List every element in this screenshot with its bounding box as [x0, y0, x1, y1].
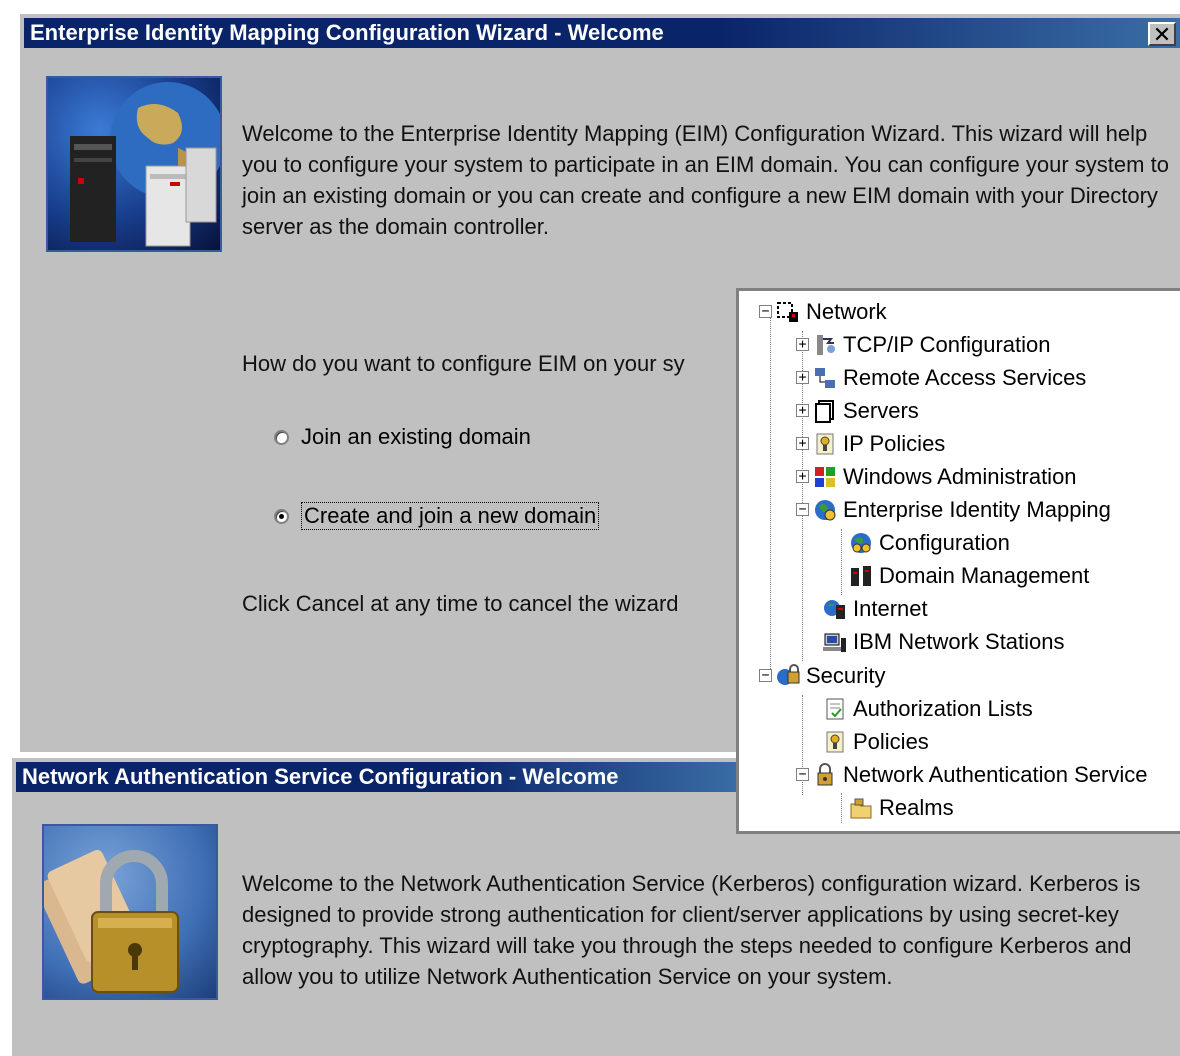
- tree-item-label: Realms: [879, 794, 954, 820]
- tree-item-label: Authorization Lists: [853, 695, 1033, 721]
- tree-item-internet[interactable]: Internet: [823, 592, 928, 625]
- tree-item-windows-administration[interactable]: + Windows Administration: [796, 460, 1077, 493]
- security-icon: [776, 663, 800, 688]
- tree-item-label: Network: [806, 298, 887, 324]
- tree-item-label: Windows Administration: [843, 463, 1077, 489]
- expand-toggle[interactable]: +: [796, 437, 809, 450]
- tree-item-servers[interactable]: + Servers: [796, 394, 919, 427]
- tree-item-ip-policies[interactable]: + IP Policies: [796, 427, 945, 460]
- policies-icon: [823, 730, 847, 754]
- cancel-note-text: Click Cancel at any time to cancel the w…: [242, 591, 679, 616]
- tree-item-label: TCP/IP Configuration: [843, 331, 1051, 357]
- tree-item-ibm-network-stations[interactable]: IBM Network Stations: [823, 625, 1065, 658]
- tree-item-label: Configuration: [879, 529, 1010, 555]
- create-new-domain-option[interactable]: Create and join a new domain: [274, 502, 600, 530]
- servers-icon: [813, 399, 837, 423]
- nas-wizard-image: [42, 824, 218, 1000]
- create-new-domain-radio[interactable]: [274, 508, 289, 524]
- collapse-toggle[interactable]: −: [796, 503, 809, 516]
- nas-intro-text: Welcome to the Network Authentication Se…: [242, 871, 1141, 989]
- eim-wizard-image: [46, 76, 222, 252]
- windows-admin-icon: [813, 465, 837, 489]
- internet-icon: [823, 597, 847, 621]
- expand-toggle[interactable]: +: [796, 404, 809, 417]
- tree-item-label: Internet: [853, 595, 928, 621]
- tree-item-label: IBM Network Stations: [853, 628, 1065, 654]
- tree-item-network[interactable]: − Network: [759, 295, 887, 328]
- eim-icon: [813, 498, 837, 522]
- domain-management-icon: [849, 564, 873, 588]
- collapse-toggle[interactable]: −: [759, 669, 772, 682]
- eim-wizard-title: Enterprise Identity Mapping Configuratio…: [30, 20, 664, 45]
- tree-item-label: Policies: [853, 728, 929, 754]
- tree-item-label: Domain Management: [879, 562, 1090, 588]
- authorization-lists-icon: [823, 697, 847, 721]
- tree-item-tcpip-configuration[interactable]: + TCP/IP Configuration: [796, 328, 1050, 361]
- tcpip-icon: [813, 333, 837, 357]
- globe-servers-icon: [70, 82, 220, 247]
- collapse-toggle[interactable]: −: [796, 768, 809, 781]
- tree-item-label: Servers: [843, 397, 919, 423]
- realms-icon: [849, 796, 873, 820]
- close-icon: ✕: [1152, 22, 1172, 47]
- close-button[interactable]: ✕: [1148, 22, 1176, 46]
- tree-item-policies[interactable]: Policies: [823, 725, 929, 758]
- tree-item-domain-management[interactable]: Domain Management: [849, 559, 1089, 592]
- expand-toggle[interactable]: +: [796, 371, 809, 384]
- tree-item-remote-access-services[interactable]: + Remote Access Services: [796, 361, 1086, 394]
- ip-policies-icon: [813, 432, 837, 456]
- join-existing-domain-label[interactable]: Join an existing domain: [301, 424, 531, 450]
- tree-item-security[interactable]: − Security: [759, 659, 885, 692]
- create-new-domain-label[interactable]: Create and join a new domain: [301, 502, 600, 530]
- join-existing-domain-radio[interactable]: [274, 429, 289, 445]
- nas-wizard-title: Network Authentication Service Configura…: [22, 764, 619, 789]
- tree-item-label: Network Authentication Service: [843, 761, 1148, 787]
- tree-item-label: Enterprise Identity Mapping: [843, 496, 1111, 522]
- tree-item-configuration[interactable]: Configuration: [849, 526, 1010, 559]
- navigator-tree-panel: − Network + TCP/IP Configuration + Remot…: [736, 288, 1180, 834]
- remote-access-icon: [813, 366, 837, 390]
- network-stations-icon: [823, 630, 847, 654]
- eim-intro-text: Welcome to the Enterprise Identity Mappi…: [242, 121, 1169, 239]
- network-icon: [776, 300, 800, 324]
- tree-item-authorization-lists[interactable]: Authorization Lists: [823, 692, 1033, 725]
- tree-item-enterprise-identity-mapping[interactable]: − Enterprise Identity Mapping: [796, 493, 1111, 526]
- padlock-icon: [44, 849, 179, 993]
- expand-toggle[interactable]: +: [796, 470, 809, 483]
- nas-icon: [813, 762, 837, 787]
- tree-item-network-authentication-service[interactable]: − Network Authentication Service: [796, 758, 1148, 791]
- tree-item-label: IP Policies: [843, 430, 946, 456]
- expand-toggle[interactable]: +: [796, 338, 809, 351]
- tree-item-label: Security: [806, 662, 886, 688]
- eim-wizard-title-bar: Enterprise Identity Mapping Configuratio…: [24, 18, 1180, 48]
- tree-item-realms[interactable]: Realms: [849, 791, 954, 824]
- eim-question-text: How do you want to configure EIM on your…: [242, 351, 685, 376]
- collapse-toggle[interactable]: −: [759, 305, 772, 318]
- configuration-icon: [849, 531, 873, 555]
- nas-wizard-title-bar: Network Authentication Service Configura…: [16, 762, 742, 792]
- join-existing-domain-option[interactable]: Join an existing domain: [274, 424, 531, 450]
- tree-item-label: Remote Access Services: [843, 364, 1087, 390]
